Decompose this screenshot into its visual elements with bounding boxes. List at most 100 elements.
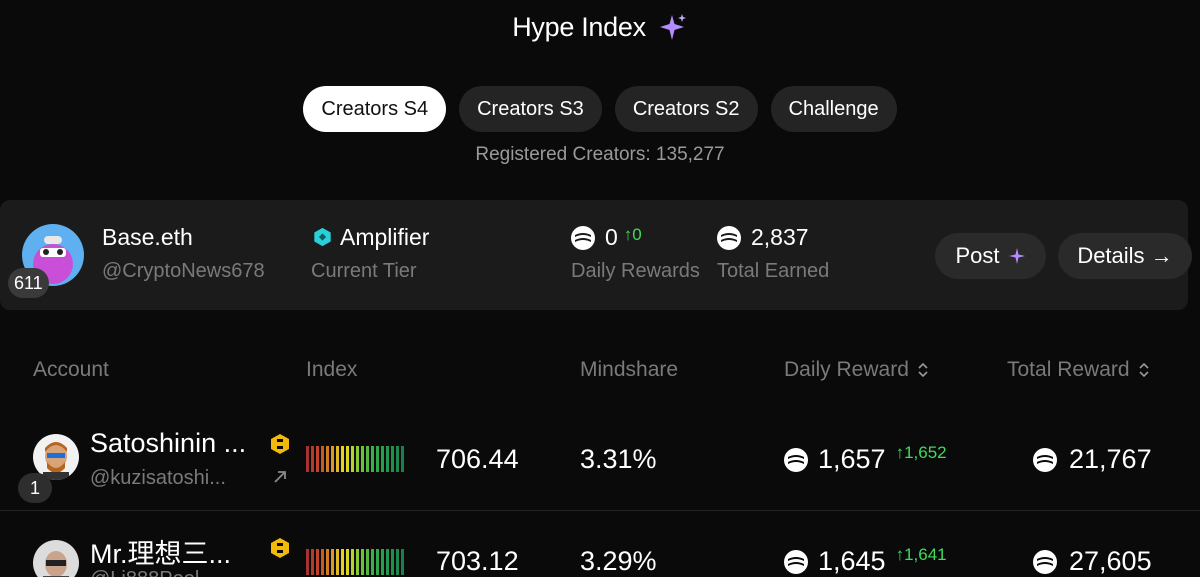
index-bar-segment xyxy=(401,549,404,575)
reward-coin-icon xyxy=(1033,447,1057,472)
total-earned-label: Total Earned xyxy=(717,260,830,282)
rank-badge: 1 xyxy=(18,473,52,503)
reward-coin-icon xyxy=(1033,549,1057,574)
daily-reward-value: 1,645 xyxy=(818,546,886,576)
index-bar-segment xyxy=(326,549,329,575)
index-bar-segment xyxy=(316,446,319,472)
header-account: Account xyxy=(33,358,109,381)
daily-rewards-label: Daily Rewards xyxy=(571,260,700,282)
sort-icon xyxy=(918,362,928,378)
reward-coin-icon xyxy=(784,549,808,574)
user-rank-badge: 611 xyxy=(8,268,49,298)
row-divider xyxy=(0,510,1200,511)
daily-rewards-value-group: 0 ↑0 xyxy=(571,224,642,251)
index-bar-segment xyxy=(391,446,394,472)
page-title: Hype Index xyxy=(512,12,646,42)
tab-creators-s4[interactable]: Creators S4 xyxy=(303,86,447,132)
index-bar-segment xyxy=(366,549,369,575)
index-bar-segment xyxy=(351,549,354,575)
header-index: Index xyxy=(306,358,358,381)
index-bar-segment xyxy=(396,446,399,472)
sort-icon xyxy=(1138,362,1149,378)
reward-coin-icon xyxy=(571,225,595,250)
index-bar-segment xyxy=(326,446,329,472)
details-button-label: Details → xyxy=(1077,243,1173,268)
index-bar-segment xyxy=(361,549,364,575)
index-bar-segment xyxy=(371,549,374,575)
index-bar-segment xyxy=(311,446,314,472)
daily-reward-cell: 1,657 ↑1,652 xyxy=(784,443,947,475)
header-daily-reward[interactable]: Daily Reward xyxy=(784,358,929,382)
index-value: 703.12 xyxy=(436,546,519,576)
index-bar-segment xyxy=(306,446,309,472)
index-bar-segment xyxy=(351,446,354,472)
header-mindshare: Mindshare xyxy=(580,358,679,381)
tab-creators-s2[interactable]: Creators S2 xyxy=(614,86,758,132)
post-button[interactable]: Post xyxy=(935,233,1046,279)
mindshare-value: 3.31% xyxy=(580,444,657,474)
total-earned-value-group: 2,837 xyxy=(717,224,809,251)
account-name[interactable]: Mr.理想三... xyxy=(90,532,231,571)
daily-reward-cell: 1,645 ↑1,641 xyxy=(784,544,947,577)
daily-rewards-value: 0 xyxy=(605,224,618,250)
index-bar-segment xyxy=(331,549,334,575)
external-link-icon[interactable] xyxy=(271,468,289,486)
index-bar-segment xyxy=(366,446,369,472)
index-bar-segment xyxy=(396,549,399,575)
index-bar-segment xyxy=(391,549,394,575)
reward-coin-icon xyxy=(784,447,808,472)
total-reward-value: 27,605 xyxy=(1069,546,1152,576)
index-bar-meter xyxy=(306,446,404,472)
daily-reward-value: 1,657 xyxy=(818,444,886,474)
total-earned-value: 2,837 xyxy=(751,224,809,250)
index-bar-segment xyxy=(346,549,349,575)
daily-rewards-change: ↑0 xyxy=(623,224,642,244)
avatar[interactable] xyxy=(33,540,79,577)
page-header: Hype Index xyxy=(0,12,1200,43)
account-handle: @kuzisatoshi... xyxy=(90,467,226,489)
account-name[interactable]: Satoshinin ... xyxy=(90,428,246,459)
index-bar-segment xyxy=(376,446,379,472)
index-bar-segment xyxy=(331,446,334,472)
header-total-reward[interactable]: Total Reward xyxy=(1007,358,1150,382)
mindshare-value: 3.29% xyxy=(580,546,657,576)
index-bar-segment xyxy=(361,446,364,472)
index-bar-segment xyxy=(321,549,324,575)
tab-creators-s3[interactable]: Creators S3 xyxy=(459,86,602,132)
user-name[interactable]: Base.eth xyxy=(102,224,193,251)
index-bar-segment xyxy=(341,549,344,575)
post-button-label: Post xyxy=(955,243,1000,268)
index-bar-meter xyxy=(306,549,404,575)
sparkle-icon xyxy=(659,13,686,40)
index-bar-segment xyxy=(321,446,324,472)
daily-reward-change: ↑1,641 xyxy=(895,544,947,564)
tier-hexagon-icon xyxy=(314,227,331,247)
total-reward-cell: 27,605 xyxy=(1033,546,1152,577)
index-bar-segment xyxy=(311,549,314,575)
index-bar-segment xyxy=(386,446,389,472)
verified-badge-icon xyxy=(271,538,289,558)
season-tabs: Creators S4 Creators S3 Creators S2 Chal… xyxy=(0,86,1200,132)
index-bar-segment xyxy=(386,549,389,575)
account-handle: @Li888Pool xyxy=(90,568,199,577)
header-total-reward-label: Total Reward xyxy=(1007,358,1130,381)
index-bar-segment xyxy=(341,446,344,472)
sparkle-icon xyxy=(1008,248,1025,264)
index-bar-segment xyxy=(316,549,319,575)
index-bar-segment xyxy=(376,549,379,575)
index-bar-segment xyxy=(381,549,384,575)
index-bar-segment xyxy=(401,446,404,472)
index-bar-segment xyxy=(381,446,384,472)
header-daily-reward-label: Daily Reward xyxy=(784,358,909,381)
index-bar-segment xyxy=(356,549,359,575)
reward-coin-icon xyxy=(717,225,741,250)
index-bar-segment xyxy=(371,446,374,472)
index-bar-segment xyxy=(306,549,309,575)
user-summary-card: 611 Base.eth @CryptoNews678 Amplifier Cu… xyxy=(0,200,1192,310)
tier-name: Amplifier xyxy=(340,224,430,250)
index-bar-segment xyxy=(356,446,359,472)
verified-badge-icon xyxy=(271,434,289,454)
total-reward-cell: 21,767 xyxy=(1033,444,1152,475)
details-button[interactable]: Details → xyxy=(1058,233,1192,279)
tab-challenge[interactable]: Challenge xyxy=(770,86,897,132)
